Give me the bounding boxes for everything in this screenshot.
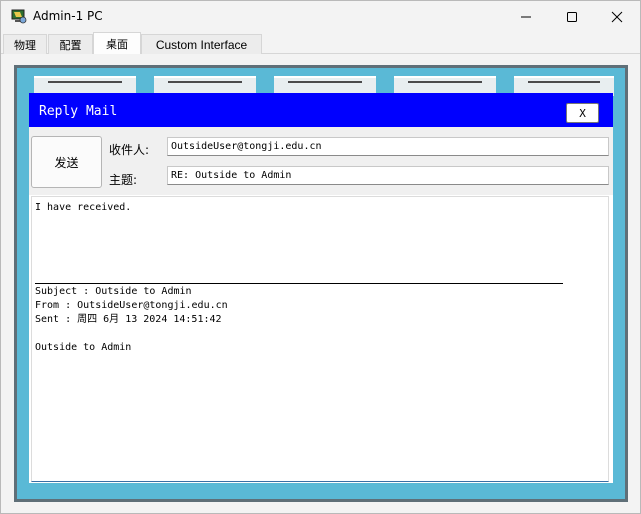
tab-bar: 物理 配置 桌面 Custom Interface bbox=[1, 32, 640, 54]
mail-title: Reply Mail bbox=[39, 104, 118, 119]
to-field[interactable]: OutsideUser@tongji.edu.cn bbox=[167, 137, 609, 156]
quoted-from: From : OutsideUser@tongji.edu.cn bbox=[35, 300, 228, 311]
reply-mail-window: Reply Mail X 发送 收件人: OutsideUser@tongji.… bbox=[29, 93, 613, 483]
mail-header: 发送 收件人: OutsideUser@tongji.edu.cn 主题: RE… bbox=[29, 127, 613, 195]
subject-label: 主题: bbox=[109, 173, 138, 187]
title-bar[interactable]: Admin-1 PC bbox=[1, 1, 640, 32]
window-title: Admin-1 PC bbox=[33, 9, 103, 23]
message-body-textarea[interactable]: I have received. Subject : Outside to Ad… bbox=[31, 196, 609, 482]
quoted-body: Outside to Admin bbox=[35, 342, 132, 353]
subject-field[interactable]: RE: Outside to Admin bbox=[167, 166, 609, 185]
app-window: Admin-1 PC 物理 配置 桌面 Custom Interface Rep… bbox=[0, 0, 641, 514]
mail-title-bar: Reply Mail X bbox=[29, 93, 613, 127]
desktop-area: Reply Mail X 发送 收件人: OutsideUser@tongji.… bbox=[17, 68, 625, 499]
reply-text: I have received. bbox=[35, 202, 132, 213]
close-button[interactable] bbox=[594, 1, 640, 32]
quoted-sent: Sent : 周四 6月 13 2024 14:51:42 bbox=[35, 314, 222, 325]
minimize-icon bbox=[521, 16, 531, 17]
tab-custom-interface[interactable]: Custom Interface bbox=[141, 34, 262, 54]
minimize-button[interactable] bbox=[503, 1, 549, 32]
tab-desktop[interactable]: 桌面 bbox=[93, 32, 141, 54]
tab-physical[interactable]: 物理 bbox=[3, 34, 47, 54]
maximize-button[interactable] bbox=[549, 1, 595, 32]
tab-config[interactable]: 配置 bbox=[48, 34, 93, 54]
send-button[interactable]: 发送 bbox=[31, 136, 102, 188]
packet-tracer-pc-icon bbox=[11, 9, 27, 24]
to-label: 收件人: bbox=[109, 143, 150, 157]
desktop-frame: Reply Mail X 发送 收件人: OutsideUser@tongji.… bbox=[14, 65, 628, 502]
quoted-subject: Subject : Outside to Admin bbox=[35, 286, 192, 297]
maximize-icon bbox=[567, 11, 577, 22]
close-icon bbox=[611, 11, 623, 22]
mail-close-button[interactable]: X bbox=[566, 103, 599, 123]
quote-divider bbox=[35, 283, 563, 284]
